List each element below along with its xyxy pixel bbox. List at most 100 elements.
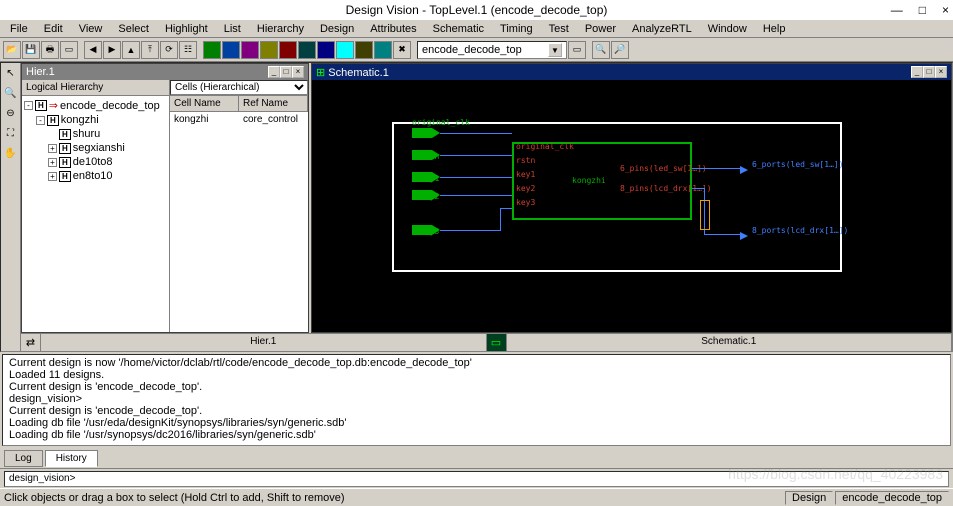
pan-tool-icon[interactable]: ✋ bbox=[3, 145, 19, 161]
hierarchy-tree[interactable]: - H⇒ encode_decode_top - H kongzhi H bbox=[22, 96, 169, 332]
nav-back-icon[interactable]: ◀ bbox=[84, 41, 102, 59]
col-cellname[interactable]: Cell Name bbox=[170, 96, 239, 111]
menu-highlight[interactable]: Highlight bbox=[159, 22, 214, 36]
menu-design[interactable]: Design bbox=[314, 22, 360, 36]
main-area: ↖ 🔍 ⊖ ⛶ ✋ Hier.1 _ □ × Logical Hierarchy bbox=[0, 62, 953, 352]
menu-bar: File Edit View Select Highlight List Hie… bbox=[0, 20, 953, 38]
expand-icon[interactable]: + bbox=[48, 144, 57, 153]
expand-icon[interactable]: - bbox=[24, 101, 33, 110]
tab-log[interactable]: Log bbox=[4, 450, 43, 467]
panel-min-icon[interactable]: _ bbox=[268, 66, 280, 78]
menu-schematic[interactable]: Schematic bbox=[427, 22, 490, 36]
zoomfit-tool-icon[interactable]: ⛶ bbox=[3, 125, 19, 141]
status-mode: Design bbox=[785, 491, 833, 505]
nav-top-icon[interactable]: ⤒ bbox=[141, 41, 159, 59]
cells-table: Cell Name Ref Name kongzhi core_control bbox=[170, 96, 308, 332]
hl-green-icon[interactable] bbox=[203, 41, 221, 59]
menu-select[interactable]: Select bbox=[112, 22, 155, 36]
menu-analyzertl[interactable]: AnalyzeRTL bbox=[626, 22, 698, 36]
maximize-button[interactable]: □ bbox=[919, 3, 926, 17]
menu-power[interactable]: Power bbox=[579, 22, 622, 36]
hl-cyan-icon[interactable] bbox=[336, 41, 354, 59]
nav-fwd-icon[interactable]: ▶ bbox=[103, 41, 121, 59]
hl-navy-icon[interactable] bbox=[317, 41, 335, 59]
hl-teal2-icon[interactable] bbox=[374, 41, 392, 59]
menu-test[interactable]: Test bbox=[543, 22, 575, 36]
tree-en8to10[interactable]: +H en8to10 bbox=[24, 169, 167, 183]
expand-icon[interactable]: - bbox=[36, 116, 45, 125]
menu-window[interactable]: Window bbox=[702, 22, 753, 36]
zoom-tool-icon[interactable]: 🔍 bbox=[3, 85, 19, 101]
tree-segxianshi[interactable]: +H segxianshi bbox=[24, 141, 167, 155]
mux-icon[interactable] bbox=[700, 200, 710, 230]
expand-icon[interactable]: + bbox=[48, 158, 57, 167]
window-title: Design Vision - TopLevel.1 (encode_decod… bbox=[346, 3, 608, 17]
menu-hierarchy[interactable]: Hierarchy bbox=[251, 22, 310, 36]
zoomout-tool-icon[interactable]: ⊖ bbox=[3, 105, 19, 121]
command-row: design_vision> bbox=[0, 468, 953, 488]
menu-edit[interactable]: Edit bbox=[38, 22, 69, 36]
side-toolbar: ↖ 🔍 ⊖ ⛶ ✋ bbox=[1, 63, 21, 351]
hl-darkolive-icon[interactable] bbox=[355, 41, 373, 59]
tree-icon[interactable]: ☷ bbox=[179, 41, 197, 59]
select-tool-icon[interactable]: ↖ bbox=[3, 65, 19, 81]
tree-shuru[interactable]: H shuru bbox=[24, 127, 167, 141]
print-icon[interactable]: 🖶 bbox=[41, 41, 59, 59]
tab-nav-icon[interactable]: ⇄ bbox=[21, 334, 41, 351]
tree-root[interactable]: - H⇒ encode_decode_top bbox=[24, 98, 167, 113]
zoom-in-icon[interactable]: 🔍 bbox=[592, 41, 610, 59]
tree-kongzhi[interactable]: - H kongzhi bbox=[24, 113, 167, 127]
tree-header: Logical Hierarchy bbox=[22, 80, 169, 96]
panel-min-icon[interactable]: _ bbox=[911, 66, 923, 78]
chevron-down-icon[interactable]: ▼ bbox=[548, 43, 562, 57]
title-bar: Design Vision - TopLevel.1 (encode_decod… bbox=[0, 0, 953, 20]
save-icon[interactable]: 💾 bbox=[22, 41, 40, 59]
tool-a-icon[interactable]: ▭ bbox=[568, 41, 586, 59]
hl-blue-icon[interactable] bbox=[222, 41, 240, 59]
status-bar: Click objects or drag a box to select (H… bbox=[0, 488, 953, 506]
toolbar: 📂 💾 🖶 ▭ ◀ ▶ ▲ ⤒ ⟳ ☷ ✖ encode_decode_top … bbox=[0, 38, 953, 62]
panel-close-icon[interactable]: × bbox=[292, 66, 304, 78]
hl-clear-icon[interactable]: ✖ bbox=[393, 41, 411, 59]
hl-maroon-icon[interactable] bbox=[279, 41, 297, 59]
schematic-canvas[interactable]: original_clk rstn key1 key2 key3 bbox=[312, 80, 951, 332]
cells-mode-select[interactable]: Cells (Hierarchical) bbox=[170, 80, 308, 95]
console-output[interactable]: Current design is now '/home/victor/dcla… bbox=[2, 354, 951, 446]
hl-purple-icon[interactable] bbox=[241, 41, 259, 59]
zoom-out-icon[interactable]: 🔎 bbox=[611, 41, 629, 59]
panel-max-icon[interactable]: □ bbox=[923, 66, 935, 78]
nav-up-icon[interactable]: ▲ bbox=[122, 41, 140, 59]
workspace: Hier.1 _ □ × Logical Hierarchy - H⇒ bbox=[21, 63, 952, 351]
open-icon[interactable]: 📂 bbox=[3, 41, 21, 59]
hl-olive-icon[interactable] bbox=[260, 41, 278, 59]
schematic-panel: ⊞ Schematic.1 _ □ × original_clk rstn bbox=[311, 63, 952, 333]
port-original-clk[interactable] bbox=[412, 128, 440, 138]
tab-hier[interactable]: Hier.1 bbox=[41, 334, 487, 351]
tab-schem-icon[interactable]: ▭ bbox=[487, 334, 507, 351]
menu-list[interactable]: List bbox=[218, 22, 247, 36]
menu-view[interactable]: View bbox=[73, 22, 109, 36]
table-row[interactable]: kongzhi core_control bbox=[170, 112, 308, 127]
menu-file[interactable]: File bbox=[4, 22, 34, 36]
expand-icon[interactable]: + bbox=[48, 172, 57, 181]
tab-schematic[interactable]: Schematic.1 bbox=[507, 334, 953, 351]
panel-close-icon[interactable]: × bbox=[935, 66, 947, 78]
hier-panel-title: Hier.1 _ □ × bbox=[22, 64, 308, 80]
console-icon[interactable]: ▭ bbox=[60, 41, 78, 59]
schem-title-text: Schematic.1 bbox=[328, 67, 389, 79]
hier-title-text: Hier.1 bbox=[26, 66, 55, 78]
menu-help[interactable]: Help bbox=[757, 22, 792, 36]
menu-timing[interactable]: Timing bbox=[494, 22, 539, 36]
tree-de10to8[interactable]: +H de10to8 bbox=[24, 155, 167, 169]
tab-history[interactable]: History bbox=[45, 450, 98, 467]
design-selector[interactable]: encode_decode_top ▼ bbox=[417, 41, 567, 59]
refresh-icon[interactable]: ⟳ bbox=[160, 41, 178, 59]
menu-attributes[interactable]: Attributes bbox=[364, 22, 422, 36]
command-input[interactable]: design_vision> bbox=[4, 471, 949, 487]
schem-panel-title: ⊞ Schematic.1 _ □ × bbox=[312, 64, 951, 80]
close-button[interactable]: × bbox=[942, 3, 949, 17]
hl-teal-icon[interactable] bbox=[298, 41, 316, 59]
panel-max-icon[interactable]: □ bbox=[280, 66, 292, 78]
minimize-button[interactable]: — bbox=[891, 3, 903, 17]
col-refname[interactable]: Ref Name bbox=[239, 96, 308, 111]
